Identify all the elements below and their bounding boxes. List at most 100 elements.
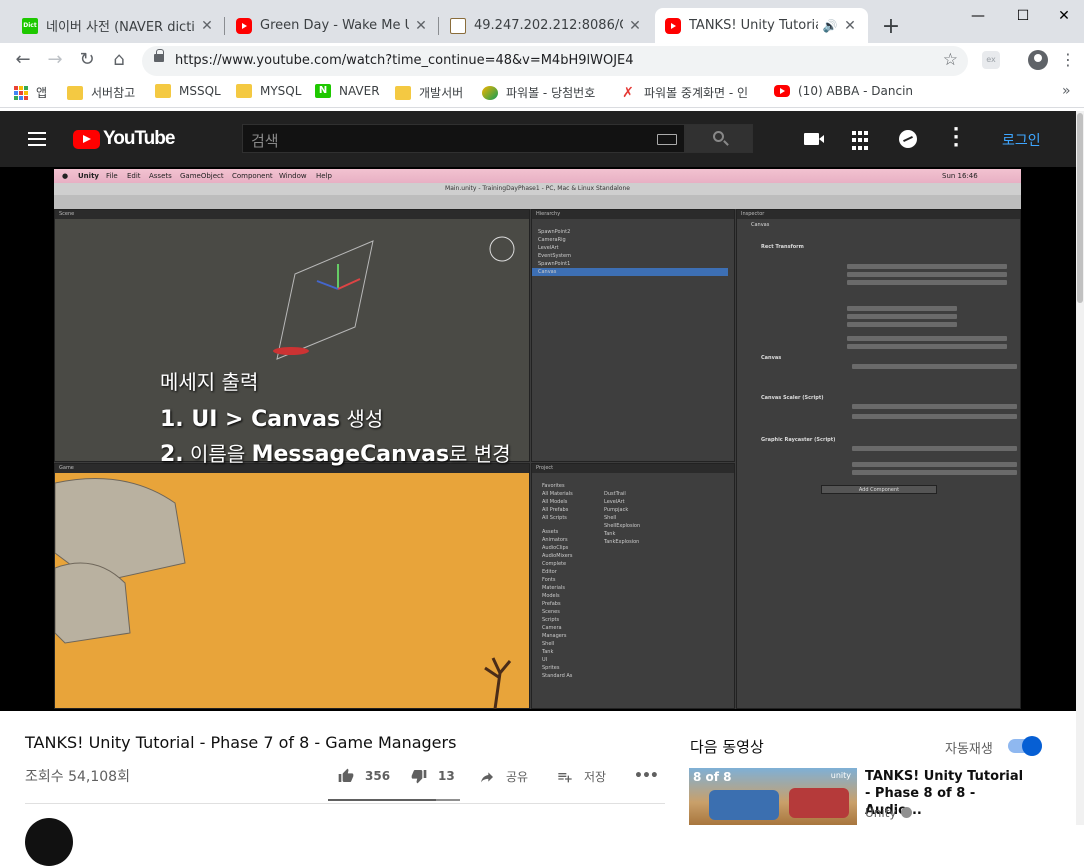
bookmark-naver[interactable]: N NAVER [315,84,380,98]
search-icon [713,131,724,142]
step-text: 로 변경 [449,442,511,466]
forward-button[interactable]: → [43,48,67,72]
youtube-logo[interactable]: YouTube [73,128,175,150]
save-button[interactable]: 저장 [556,768,606,785]
logo-text: YouTube [103,128,175,149]
new-tab-button[interactable]: + [880,14,902,39]
tab-tanks-tutorial[interactable]: TANKS! Unity Tutorial - 🔊 ✕ [655,8,868,43]
bookmark-apps[interactable]: 앱 [14,84,47,101]
autoplay-toggle[interactable] [1008,736,1042,756]
create-video-icon[interactable] [804,133,824,145]
youtube-icon [774,85,790,97]
tree-item: Animators [542,537,568,543]
page-scrollbar[interactable] [1076,111,1084,825]
close-tab-icon[interactable]: ✕ [842,18,858,34]
reload-button[interactable]: ↻ [75,48,99,72]
hierarchy-item-selected: Canvas [532,268,728,276]
panel-title: Inspector [737,210,1020,219]
bookmark-powerball[interactable]: 파워볼 - 당첨번호 [482,84,595,101]
folder-icon [155,84,171,98]
search-button[interactable] [685,124,753,153]
bookmark-label: 서버참고 [91,86,136,100]
search-input[interactable]: 검색 [242,124,685,153]
close-window-button[interactable]: ✕ [1044,8,1084,24]
extension-icon[interactable]: ex [982,51,1000,69]
close-tab-icon[interactable]: ✕ [199,18,215,34]
close-tab-icon[interactable]: ✕ [413,18,429,34]
channel-avatar[interactable] [25,818,73,866]
tree-item: Fonts [542,577,556,583]
inspector-object-name: Canvas [751,222,770,228]
hierarchy-item: SpawnPoint1 [538,261,571,267]
details-divider [25,803,665,804]
bookmarks-bar: 앱 서버참고 MSSQL MYSQL N NAVER 개발서버 파워볼 - 당첨… [0,78,1084,108]
tree-item: All Prefabs [542,507,569,513]
dislike-button[interactable]: 13 [410,768,455,784]
more-actions-button[interactable]: ••• [634,768,659,784]
menu-item: Edit [127,172,141,180]
hierarchy-item: CameraRig [538,237,566,243]
like-button[interactable]: 356 [337,768,390,784]
tree-item: Editor [542,569,557,575]
account-icon[interactable] [1028,50,1048,70]
hamburger-menu-icon[interactable] [28,132,46,146]
inspector-component: Canvas Scaler (Script) [761,395,824,401]
bookmark-label: 앱 [36,86,48,100]
bookmark-powerball-live[interactable]: ✗ 파워볼 중계화면 - 인 [620,84,758,101]
more-bookmarks-icon[interactable]: » [1062,83,1071,99]
step-text: 생성 [340,407,384,431]
messages-icon[interactable] [899,130,917,148]
tank-image [789,788,849,818]
minimize-button[interactable]: — [958,8,998,24]
bookmark-label: 파워볼 중계화면 - 인 [644,86,749,100]
bookmark-dev-server[interactable]: 개발서버 [395,84,463,101]
recommended-video-thumbnail[interactable]: 8 of 8 unity [689,768,857,825]
video-player[interactable]: ● Unity File Edit Assets GameObject Comp… [0,167,1076,711]
settings-more-icon[interactable]: · · · [951,121,961,155]
tree-item: AudioMixers [542,553,573,559]
prefab-list: DustTrail LevelArt Pumpjack Shell ShellE… [604,490,640,546]
step-text: 1. UI > Canvas [160,407,341,432]
close-tab-icon[interactable]: ✕ [627,18,643,34]
bookmark-server-ref[interactable]: 서버참고 [67,84,135,101]
naver-icon: N [315,84,331,98]
home-button[interactable]: ⌂ [107,48,131,72]
recommended-channel[interactable]: Unity [865,806,912,820]
step-text: MessageCanvas [251,442,450,467]
tab-title: TANKS! Unity Tutorial - [689,18,818,33]
chrome-menu-icon[interactable]: ⋮ [1060,50,1076,69]
unity-window-title: Main.unity - TrainingDayPhase1 - PC, Mac… [54,183,1021,195]
bookmark-mssql[interactable]: MSSQL [155,84,221,98]
tree-item: Complete [542,561,567,567]
login-button[interactable]: 로그인 [1002,130,1041,150]
bookmark-label: MYSQL [260,84,302,98]
overlay-heading: 메세지 출력 [160,370,259,394]
tree-item: Managers [542,633,567,639]
apps-grid-icon[interactable] [852,131,868,151]
tab-game-server[interactable]: 49.247.202.212:8086/Gamel ✕ [440,8,653,43]
tab-green-day[interactable]: Green Day - Wake Me Up ✕ [226,8,439,43]
hierarchy-item: LevelArt [538,245,559,251]
maximize-button[interactable]: ☐ [1003,8,1043,24]
keyboard-icon[interactable] [657,134,677,145]
back-button[interactable]: ← [11,48,35,72]
address-bar[interactable]: https://www.youtube.com/watch?time_conti… [142,46,968,76]
bookmark-abba[interactable]: (10) ABBA - Dancing [774,84,912,98]
scrollbar-thumb[interactable] [1077,113,1083,303]
youtube-masthead: YouTube 검색 · · · 로그인 [0,111,1076,167]
sentiment-bar-fill [328,799,437,801]
bookmark-mysql[interactable]: MYSQL [236,84,301,98]
bookmark-star-icon[interactable]: ☆ [943,50,958,70]
url-text: https://www.youtube.com/watch?time_conti… [175,53,634,68]
apps-icon [14,85,28,100]
tree-item: Assets [542,529,559,535]
bookmark-label: NAVER [339,84,380,98]
tab-naver-dictionary[interactable]: Dict 네이버 사전 (NAVER diction ✕ [12,8,225,43]
youtube-icon [665,17,681,34]
share-button[interactable]: 공유 [478,768,528,785]
hierarchy-list: SpawnPoint2 CameraRig LevelArt EventSyst… [532,228,728,276]
speaker-icon[interactable]: 🔊 [822,19,838,33]
tab-title: Green Day - Wake Me Up [260,18,409,33]
menu-item: File [106,172,118,180]
tree-item: UI [542,657,548,663]
